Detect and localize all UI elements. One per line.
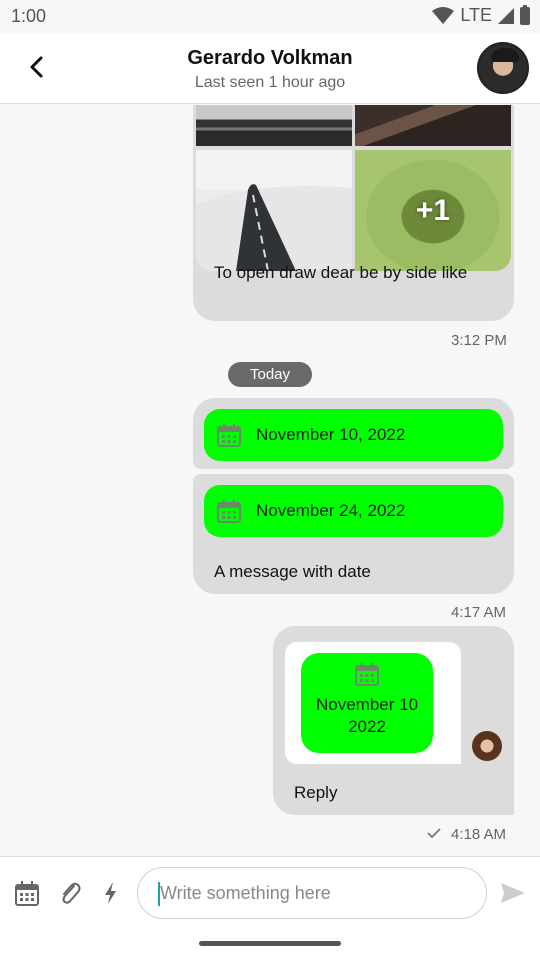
attachment-icon[interactable] bbox=[56, 879, 84, 907]
date-message-bubble-1[interactable]: November 10, 2022 bbox=[193, 398, 514, 469]
wifi-icon bbox=[432, 6, 455, 24]
more-images-count: +1 bbox=[415, 193, 451, 227]
image-thumbnail-city[interactable] bbox=[196, 105, 352, 146]
last-seen-status: Last seen 1 hour ago bbox=[194, 74, 346, 91]
message-list[interactable]: +1 To open draw dear be by side like 3:1… bbox=[0, 105, 540, 856]
image-message-bubble[interactable]: +1 To open draw dear be by side like bbox=[193, 105, 514, 321]
chat-header: Gerardo Volkman Last seen 1 hour ago bbox=[0, 34, 540, 104]
date-chip[interactable]: November 10, 2022 bbox=[204, 409, 503, 461]
image-thumbnail-road[interactable] bbox=[196, 150, 352, 271]
signal-icon bbox=[498, 7, 514, 24]
quoted-date-chip: November 10 2022 bbox=[301, 653, 433, 753]
system-nav-bar bbox=[0, 928, 540, 960]
image-grid[interactable]: +1 bbox=[196, 105, 511, 271]
day-separator: Today bbox=[228, 362, 312, 387]
image-thumbnail-pipe[interactable] bbox=[355, 105, 511, 146]
message-text: To open draw dear be by side like bbox=[214, 263, 468, 282]
image-thumbnail-frog[interactable]: +1 bbox=[355, 150, 511, 271]
date-chip[interactable]: November 24, 2022 bbox=[204, 485, 503, 537]
message-composer: Write something here bbox=[0, 856, 540, 928]
contact-name: Gerardo Volkman bbox=[187, 47, 353, 69]
sender-avatar bbox=[472, 731, 502, 761]
calendar-icon bbox=[355, 663, 379, 686]
status-bar: 1:00 LTE bbox=[0, 0, 540, 34]
battery-icon bbox=[520, 4, 530, 25]
home-indicator[interactable] bbox=[199, 941, 341, 946]
network-type: LTE bbox=[460, 5, 492, 25]
send-icon[interactable] bbox=[499, 879, 527, 907]
message-input-placeholder: Write something here bbox=[160, 883, 331, 903]
message-text: A message with date bbox=[214, 562, 371, 581]
status-time: 1:00 bbox=[11, 6, 47, 26]
message-text: Reply bbox=[294, 783, 338, 802]
message-time: 3:12 PM bbox=[451, 332, 507, 349]
message-time: 4:18 AM bbox=[451, 826, 507, 843]
status-icons: LTE bbox=[432, 4, 530, 26]
lightning-icon[interactable] bbox=[97, 879, 125, 907]
sent-check-icon bbox=[427, 828, 441, 839]
reply-message-bubble[interactable]: November 10 2022 Reply bbox=[273, 626, 514, 815]
date-message-bubble-2[interactable]: November 24, 2022 A message with date bbox=[193, 474, 514, 594]
calendar-icon bbox=[217, 500, 241, 523]
quoted-message[interactable]: November 10 2022 bbox=[285, 642, 461, 764]
calendar-icon bbox=[217, 424, 241, 447]
date-text: November 24, 2022 bbox=[256, 501, 406, 520]
date-text: November 10, 2022 bbox=[256, 425, 406, 444]
message-time: 4:17 AM bbox=[451, 604, 507, 621]
quoted-date-text: November 10 2022 bbox=[315, 695, 419, 736]
calendar-icon[interactable] bbox=[13, 879, 41, 907]
message-input[interactable]: Write something here bbox=[137, 867, 487, 919]
contact-avatar[interactable] bbox=[477, 42, 529, 94]
